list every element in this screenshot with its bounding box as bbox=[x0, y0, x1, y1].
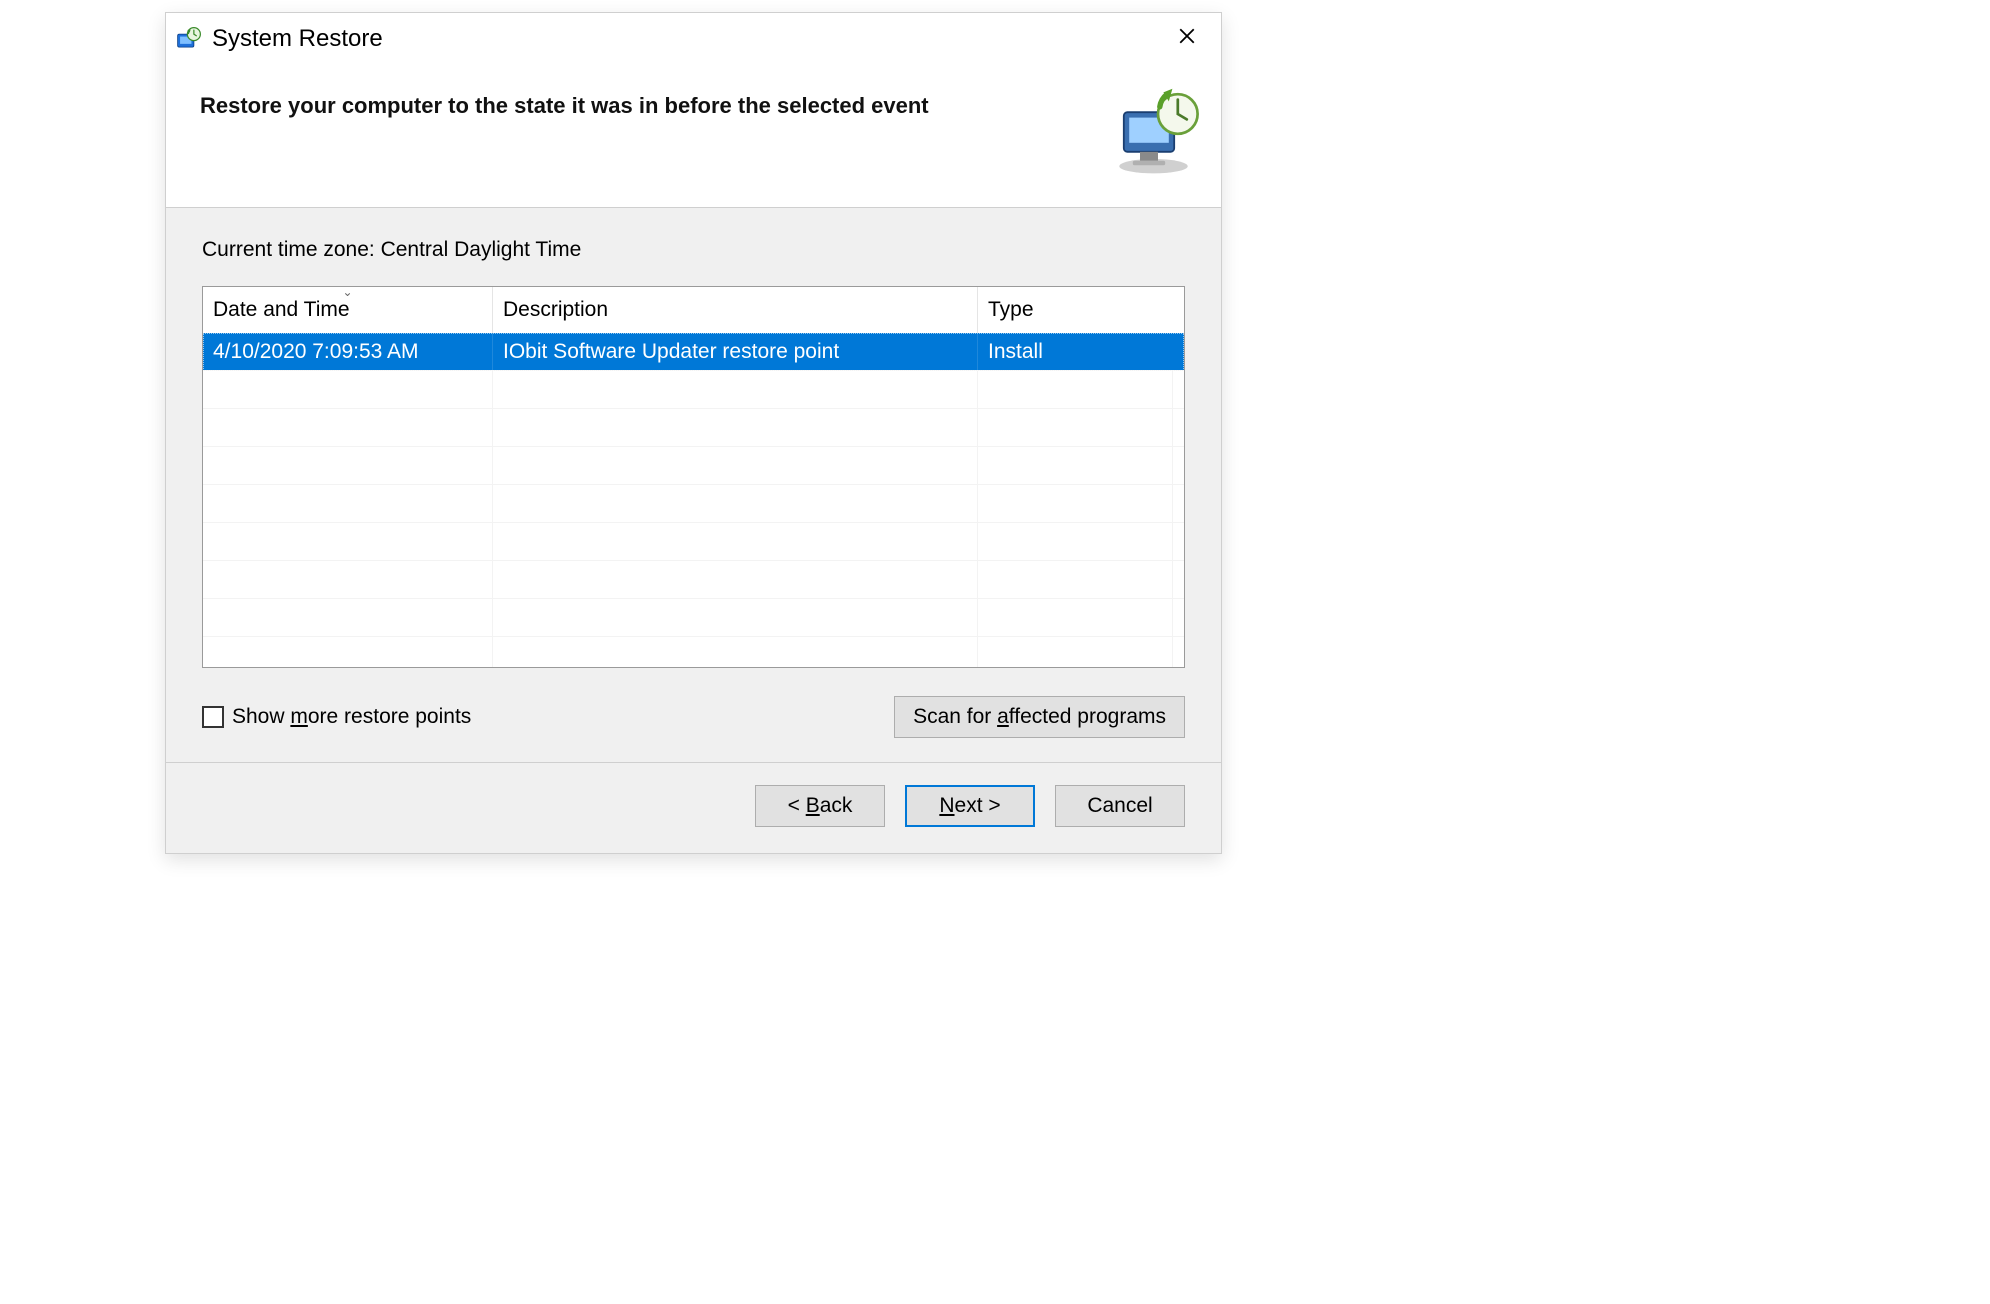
column-header-description[interactable]: Description bbox=[493, 287, 978, 333]
cell-type: Install bbox=[978, 333, 1173, 370]
column-header-type[interactable]: Type bbox=[978, 287, 1173, 333]
back-button[interactable]: < Back bbox=[755, 785, 885, 827]
cell-date: 4/10/2020 7:09:53 AM bbox=[203, 333, 493, 370]
close-button[interactable] bbox=[1167, 19, 1207, 59]
window-title: System Restore bbox=[212, 25, 1167, 53]
page-heading: Restore your computer to the state it wa… bbox=[200, 87, 1093, 119]
table-row[interactable]: 4/10/2020 7:09:53 AM IObit Software Upda… bbox=[203, 333, 1184, 371]
table-row bbox=[203, 561, 1184, 599]
restore-computer-icon bbox=[1113, 87, 1203, 177]
table-body: 4/10/2020 7:09:53 AM IObit Software Upda… bbox=[203, 333, 1184, 667]
sort-indicator-icon: ⌄ bbox=[342, 285, 352, 299]
column-header-description-label: Description bbox=[503, 298, 608, 322]
system-restore-icon bbox=[176, 26, 202, 52]
cancel-button[interactable]: Cancel bbox=[1055, 785, 1185, 827]
system-restore-dialog: System Restore Restore your computer to … bbox=[165, 12, 1222, 854]
table-row bbox=[203, 637, 1184, 667]
scan-affected-programs-button[interactable]: Scan for affected programs bbox=[894, 696, 1185, 738]
timezone-label: Current time zone: Central Daylight Time bbox=[202, 238, 1185, 262]
cell-description: IObit Software Updater restore point bbox=[493, 333, 978, 370]
table-row bbox=[203, 371, 1184, 409]
below-table-row: Show more restore points Scan for affect… bbox=[202, 696, 1185, 738]
restore-points-table[interactable]: ⌄ Date and Time Description Type 4/10/20… bbox=[202, 286, 1185, 668]
wizard-footer: < Back Next > Cancel bbox=[166, 762, 1221, 853]
table-row bbox=[203, 447, 1184, 485]
table-row bbox=[203, 599, 1184, 637]
next-button[interactable]: Next > bbox=[905, 785, 1035, 827]
table-row bbox=[203, 523, 1184, 561]
show-more-label: Show more restore points bbox=[232, 705, 471, 729]
table-row bbox=[203, 485, 1184, 523]
column-header-date[interactable]: ⌄ Date and Time bbox=[203, 287, 493, 333]
titlebar: System Restore bbox=[166, 13, 1221, 65]
checkbox-box-icon bbox=[202, 706, 224, 728]
table-row bbox=[203, 409, 1184, 447]
show-more-checkbox[interactable]: Show more restore points bbox=[202, 705, 471, 729]
close-icon bbox=[1178, 27, 1196, 51]
table-header: ⌄ Date and Time Description Type bbox=[203, 287, 1184, 334]
column-header-date-label: Date and Time bbox=[213, 298, 350, 322]
column-header-type-label: Type bbox=[988, 298, 1034, 322]
wizard-header: Restore your computer to the state it wa… bbox=[166, 65, 1221, 208]
wizard-content: Current time zone: Central Daylight Time… bbox=[166, 208, 1221, 762]
